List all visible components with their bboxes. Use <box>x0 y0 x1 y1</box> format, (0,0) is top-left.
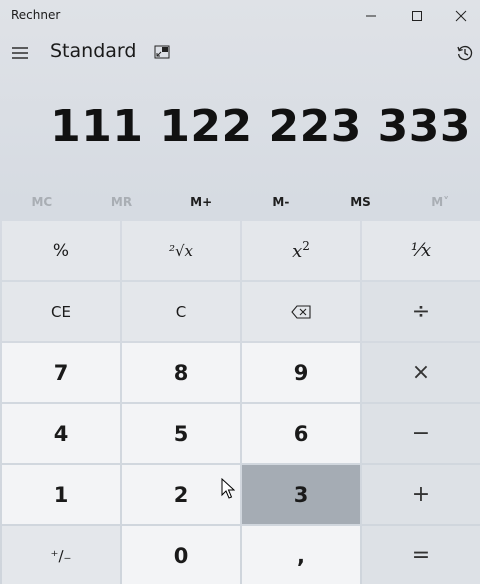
keypad: % ²√x x2 ¹⁄x CE C ÷ 7 8 9 × 4 5 6 − 1 2 … <box>2 221 480 584</box>
title-bar[interactable]: Rechner <box>0 0 480 32</box>
digit-3-label: 3 <box>293 482 309 507</box>
digit-4-button[interactable]: 4 <box>2 404 120 463</box>
digit-9-button[interactable]: 9 <box>242 343 360 402</box>
equals-label: = <box>411 543 431 568</box>
multiply-button[interactable]: × <box>362 343 480 402</box>
negate-label: ⁺∕₋ <box>50 546 72 565</box>
digit-5-label: 5 <box>173 421 189 446</box>
history-button[interactable] <box>452 40 478 66</box>
reciprocal-button[interactable]: ¹⁄x <box>362 221 480 280</box>
memory-store-button[interactable]: MS <box>321 186 401 218</box>
square-button[interactable]: x2 <box>242 221 360 280</box>
clear-button[interactable]: C <box>122 282 240 341</box>
minimize-icon <box>366 15 376 17</box>
plus-label: + <box>411 482 431 507</box>
memory-recall-button[interactable]: MR <box>82 186 162 218</box>
minus-button[interactable]: − <box>362 404 480 463</box>
minus-label: − <box>411 421 431 446</box>
digit-2-label: 2 <box>173 482 189 507</box>
calculator-window: Rechner Standard 111 122 223 333 MC MR M… <box>0 0 480 584</box>
result-display: 111 122 223 333 <box>50 101 471 152</box>
percent-label: % <box>52 240 70 261</box>
clear-label: C <box>175 302 187 321</box>
digit-5-button[interactable]: 5 <box>122 404 240 463</box>
divide-button[interactable]: ÷ <box>362 282 480 341</box>
decimal-label: , <box>297 543 305 568</box>
square-root-button[interactable]: ²√x <box>122 221 240 280</box>
close-button[interactable] <box>438 0 480 32</box>
digit-1-label: 1 <box>53 482 69 507</box>
digit-0-label: 0 <box>173 543 189 568</box>
reciprocal-label: ¹⁄x <box>410 240 432 261</box>
square-base: x <box>292 241 303 262</box>
close-icon <box>455 10 467 22</box>
keep-on-top-button[interactable] <box>150 40 174 64</box>
memory-list-button[interactable]: M˅ <box>400 186 480 218</box>
digit-7-label: 7 <box>53 360 69 385</box>
memory-row: MC MR M+ M- MS M˅ <box>2 186 480 218</box>
percent-button[interactable]: % <box>2 221 120 280</box>
hamburger-icon <box>12 47 28 59</box>
memory-subtract-button[interactable]: M- <box>241 186 321 218</box>
decimal-button[interactable]: , <box>242 526 360 584</box>
navigation-menu-button[interactable] <box>5 36 35 70</box>
digit-8-label: 8 <box>173 360 189 385</box>
backspace-icon <box>291 304 311 319</box>
mode-title: Standard <box>50 40 137 62</box>
digit-9-label: 9 <box>293 360 309 385</box>
plus-button[interactable]: + <box>362 465 480 524</box>
mouse-cursor-icon <box>221 478 235 499</box>
clear-entry-label: CE <box>51 302 71 321</box>
square-exponent: 2 <box>302 239 310 253</box>
history-icon <box>457 45 473 61</box>
keep-on-top-icon <box>154 45 170 59</box>
clear-entry-button[interactable]: CE <box>2 282 120 341</box>
digit-8-button[interactable]: 8 <box>122 343 240 402</box>
maximize-icon <box>412 11 422 21</box>
maximize-button[interactable] <box>394 0 440 32</box>
backspace-button[interactable] <box>242 282 360 341</box>
minimize-button[interactable] <box>348 0 394 32</box>
square-root-label: ²√x <box>168 241 194 260</box>
digit-1-button[interactable]: 1 <box>2 465 120 524</box>
digit-0-button[interactable]: 0 <box>122 526 240 584</box>
digit-6-label: 6 <box>293 421 309 446</box>
equals-button[interactable]: = <box>362 526 480 584</box>
multiply-label: × <box>411 360 431 385</box>
calculator-header: Standard <box>0 32 480 76</box>
app-title: Rechner <box>11 8 61 22</box>
negate-button[interactable]: ⁺∕₋ <box>2 526 120 584</box>
memory-add-button[interactable]: M+ <box>161 186 241 218</box>
digit-4-label: 4 <box>53 421 69 446</box>
square-label: x2 <box>292 239 310 262</box>
digit-3-button[interactable]: 3 <box>242 465 360 524</box>
digit-7-button[interactable]: 7 <box>2 343 120 402</box>
divide-label: ÷ <box>411 299 431 324</box>
memory-clear-button[interactable]: MC <box>2 186 82 218</box>
digit-6-button[interactable]: 6 <box>242 404 360 463</box>
